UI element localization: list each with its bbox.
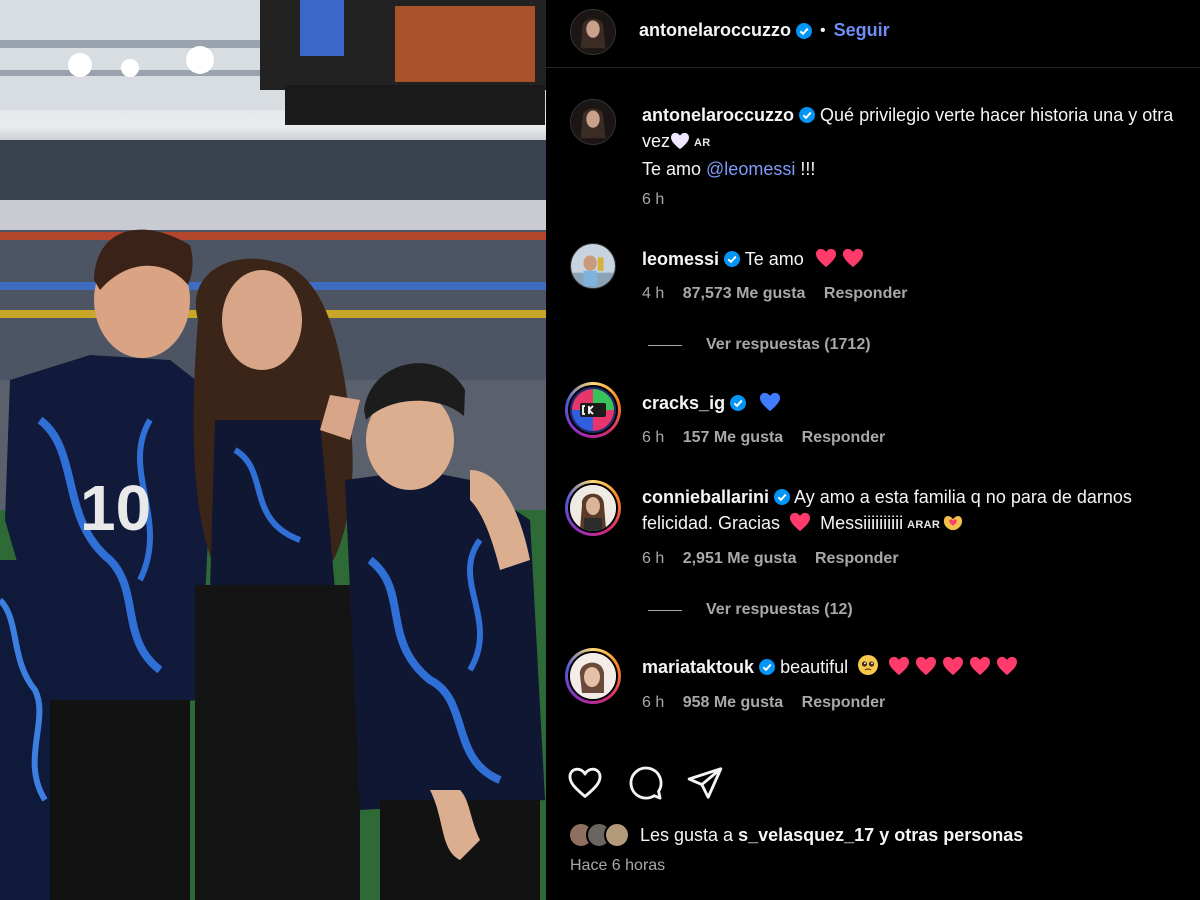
- comment-likes-count[interactable]: 958 Me gusta: [683, 694, 783, 711]
- separator-dot: •: [820, 21, 826, 39]
- comment-text: beautiful: [780, 657, 849, 677]
- verified-badge-icon: [730, 395, 747, 411]
- red-heart-emoji-icon: [889, 656, 910, 676]
- avatar-image: [571, 244, 615, 288]
- verified-badge-icon: [759, 659, 776, 675]
- post-image-illustration: 10: [0, 0, 546, 900]
- caption-line2-suffix: !!!: [795, 159, 816, 179]
- post-details-panel: antonelaroccuzzo • Seguir antonelaroccuz…: [546, 0, 1200, 900]
- heart-outline-icon[interactable]: [566, 764, 604, 802]
- post-header: antonelaroccuzzo • Seguir: [546, 0, 1200, 68]
- red-heart-emoji-icon: [916, 656, 937, 676]
- author-username[interactable]: antonelaroccuzzo: [639, 20, 791, 41]
- caption-avatar-image: [571, 100, 615, 144]
- comment-timestamp[interactable]: 4 h: [642, 285, 664, 302]
- commenter-avatar-connieballarini[interactable]: [565, 480, 621, 536]
- liker-avatar: [604, 822, 630, 848]
- post-action-bar: [566, 764, 724, 802]
- paper-plane-icon[interactable]: [686, 764, 724, 802]
- pleading-face-emoji-icon: [858, 655, 879, 675]
- comment-meta: 4 h 87,573 Me gusta Responder: [642, 285, 921, 303]
- likes-prefix: Les gusta a: [640, 824, 739, 845]
- replies-divider-line: [648, 609, 682, 611]
- comment-username[interactable]: cracks_ig: [642, 393, 725, 413]
- follow-button[interactable]: Seguir: [834, 20, 890, 41]
- avatar-image: [568, 385, 618, 435]
- caption-meta: 6 h: [642, 191, 678, 209]
- reply-button[interactable]: Responder: [824, 285, 908, 302]
- cracks-logo-icon: [572, 389, 614, 431]
- replies-divider-line: [648, 344, 682, 346]
- avatar-image: [568, 483, 618, 533]
- comment-timestamp[interactable]: 6 h: [642, 694, 664, 711]
- comment-text-messi: Messiiiiiiiiii: [820, 513, 904, 533]
- commenter-avatar-cracks-ig[interactable]: [565, 382, 621, 438]
- liker-username[interactable]: s_velasquez_17: [738, 825, 874, 845]
- red-heart-emoji-icon: [970, 656, 991, 676]
- post-timestamp[interactable]: Hace 6 horas: [570, 857, 665, 875]
- comment-connieballarini: connieballarini Ay amo a esta familia q …: [642, 484, 1192, 538]
- commenter-avatar-mariataktouk[interactable]: [565, 648, 621, 704]
- blue-heart-emoji-icon: [760, 392, 781, 412]
- reply-button[interactable]: Responder: [802, 694, 886, 711]
- caption-line2-prefix: Te amo: [642, 159, 707, 179]
- red-heart-emoji-icon: [943, 656, 964, 676]
- comment-likes-count[interactable]: 87,573 Me gusta: [683, 285, 806, 302]
- comment-username[interactable]: connieballarini: [642, 487, 769, 507]
- argentina-flags-emoji: ARAR: [907, 519, 941, 531]
- view-replies-button[interactable]: Ver respuestas (12): [648, 601, 853, 619]
- comment-mariataktouk: mariataktouk beautiful: [642, 654, 1192, 680]
- verified-badge-icon: [774, 489, 791, 505]
- comment-likes-count[interactable]: 157 Me gusta: [683, 429, 783, 446]
- post-caption: antonelaroccuzzo Qué privilegio verte ha…: [642, 102, 1192, 182]
- verified-badge-icon: [799, 107, 816, 123]
- view-replies-label: Ver respuestas (12): [706, 601, 853, 618]
- view-replies-label: Ver respuestas (1712): [706, 336, 871, 353]
- comment-username[interactable]: mariataktouk: [642, 657, 754, 677]
- red-heart-emoji-icon: [815, 248, 836, 268]
- comment-text-line2: felicidad. Gracias: [642, 513, 781, 533]
- caption-timestamp[interactable]: 6 h: [642, 191, 664, 208]
- red-heart-emoji-icon: [842, 248, 863, 268]
- comment-text: Te amo: [744, 249, 804, 269]
- comment-leomessi: leomessi Te amo: [642, 246, 1192, 272]
- mention-link[interactable]: @leomessi: [706, 159, 795, 179]
- author-avatar-image: [571, 10, 615, 54]
- post-photo: 10: [0, 0, 546, 900]
- white-heart-emoji-icon: [671, 132, 690, 150]
- red-heart-emoji-icon: [997, 656, 1018, 676]
- likes-text: Les gusta a s_velasquez_17 y otras perso…: [640, 825, 1023, 846]
- caption-author-avatar[interactable]: [570, 99, 616, 145]
- reply-button[interactable]: Responder: [802, 429, 886, 446]
- comment-username[interactable]: leomessi: [642, 249, 719, 269]
- argentina-flag-emoji: AR: [694, 137, 711, 149]
- reply-button[interactable]: Responder: [815, 550, 899, 567]
- verified-badge-icon: [796, 22, 813, 39]
- comment-bubble-icon[interactable]: [626, 764, 664, 802]
- comment-text: Ay amo a esta familia q no para de darno…: [794, 487, 1132, 507]
- pink-heart-emoji-icon: [790, 512, 811, 532]
- heart-hands-emoji-icon: [943, 515, 963, 531]
- caption-username[interactable]: antonelaroccuzzo: [642, 105, 794, 125]
- avatar-image: [568, 651, 618, 701]
- verified-badge-icon: [724, 251, 741, 267]
- maria-avatar-photo: [570, 653, 616, 699]
- comment-timestamp[interactable]: 6 h: [642, 550, 664, 567]
- comment-likes-count[interactable]: 2,951 Me gusta: [683, 550, 797, 567]
- comment-meta: 6 h 157 Me gusta Responder: [642, 429, 899, 447]
- comment-meta: 6 h 2,951 Me gusta Responder: [642, 550, 913, 568]
- comment-meta: 6 h 958 Me gusta Responder: [642, 694, 899, 712]
- author-avatar[interactable]: [570, 9, 616, 55]
- connie-avatar-photo: [570, 485, 616, 531]
- likes-suffix[interactable]: y otras personas: [874, 825, 1023, 845]
- comment-cracks-ig: cracks_ig: [642, 390, 1192, 416]
- comment-timestamp[interactable]: 6 h: [642, 429, 664, 446]
- likes-summary: Les gusta a s_velasquez_17 y otras perso…: [568, 822, 1023, 848]
- svg-text:10: 10: [80, 472, 151, 544]
- commenter-avatar-leomessi[interactable]: [570, 243, 616, 289]
- view-replies-button[interactable]: Ver respuestas (1712): [648, 336, 871, 354]
